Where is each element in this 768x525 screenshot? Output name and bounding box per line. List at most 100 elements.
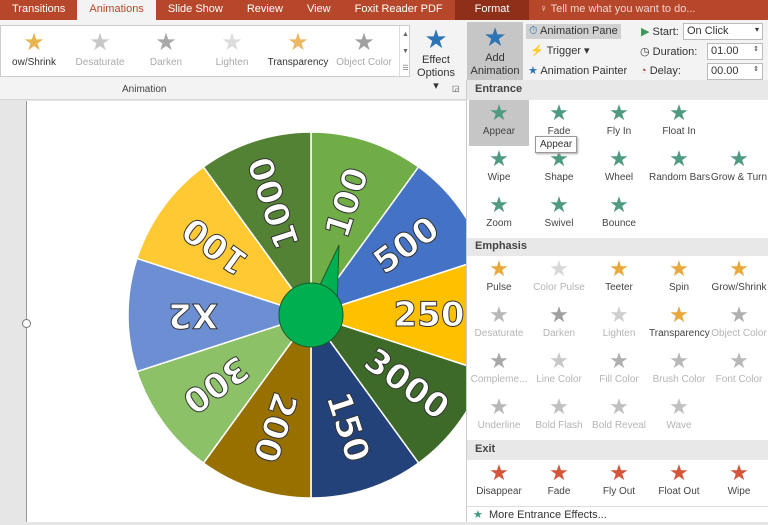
effect-entrance[interactable]: ★ Bounce <box>589 192 649 238</box>
effect-emphasis[interactable]: ★ Object Color <box>709 302 768 348</box>
gallery-item[interactable]: ★ Lighten <box>199 26 265 76</box>
effect-emphasis[interactable]: ★ Desaturate <box>469 302 529 348</box>
effect-entrance[interactable]: ★ Random Bars <box>649 146 710 192</box>
star-icon: ★ <box>669 348 689 373</box>
effect-entrance[interactable]: ★ Wheel <box>589 146 649 192</box>
gallery-item[interactable]: ★ Desaturate <box>67 26 133 76</box>
animation-painter-button[interactable]: ★ Animation Painter <box>528 64 627 77</box>
tab-review[interactable]: Review <box>235 0 295 20</box>
effect-emphasis[interactable]: ★ Teeter <box>589 256 649 302</box>
effect-emphasis[interactable]: ★ Bold Reveal <box>589 394 649 440</box>
spinner-icon[interactable]: ⇕ <box>753 65 759 73</box>
spinner-icon[interactable]: ⇕ <box>753 45 759 53</box>
trigger-button[interactable]: ⚡ Trigger ▾ <box>530 44 590 57</box>
effect-exit[interactable]: ★ Float Out <box>649 460 709 506</box>
slide[interactable]: 100 500 250 3000 150 200 300 X2 100 1000 <box>22 101 495 522</box>
effect-label: Wave <box>666 420 692 431</box>
star-icon: ★ <box>609 302 629 327</box>
dialog-launcher[interactable]: ◲ <box>452 84 460 93</box>
tell-me-search[interactable]: ♀ Tell me what you want to do... <box>529 0 705 20</box>
star-icon: ★ <box>609 100 629 125</box>
animation-gallery: ★ ow/Shrink ★ Desaturate ★ Darken ★ Lighten ★ Tra… <box>0 25 411 78</box>
effect-entrance[interactable]: ★ Wipe <box>469 146 529 192</box>
effect-emphasis[interactable]: ★ Brush Color <box>649 348 709 394</box>
effect-emphasis[interactable]: ★ Bold Flash <box>529 394 589 440</box>
star-icon: ★ <box>609 394 629 419</box>
effect-label: Desaturate <box>474 328 524 339</box>
effect-exit[interactable]: ★ Disappear <box>469 460 529 506</box>
tab-foxit-reader-pdf[interactable]: Foxit Reader PDF <box>343 0 455 20</box>
effect-entrance[interactable]: ★ Grow & Turn <box>709 146 768 192</box>
star-icon: ★ <box>609 256 629 281</box>
star-icon: ★ <box>549 460 569 485</box>
effect-label: Lighten <box>602 328 636 339</box>
gallery-item[interactable]: ★ ow/Shrink <box>1 26 67 76</box>
delay-input[interactable]: 00.00 ⇕ <box>707 63 763 80</box>
effect-emphasis[interactable]: ★ Darken <box>529 302 589 348</box>
star-icon: ★ <box>489 348 509 373</box>
star-icon: ★ <box>609 146 629 171</box>
resize-handle[interactable] <box>22 319 31 328</box>
effect-exit[interactable]: ★ Fade <box>529 460 589 506</box>
star-icon: ★ <box>489 192 509 217</box>
effect-options-label-2: Options ▾ <box>417 67 455 92</box>
play-icon: ▶ <box>641 26 650 38</box>
tab-transitions[interactable]: Transitions <box>0 0 77 20</box>
more-entrance-effects[interactable]: ★ More Entrance Effects... <box>467 506 768 522</box>
effect-emphasis[interactable]: ★ Font Color <box>709 348 768 394</box>
star-icon: ★ <box>489 302 509 327</box>
tab-slide-show[interactable]: Slide Show <box>156 0 235 20</box>
effect-exit[interactable]: ★ Fly Out <box>589 460 649 506</box>
effect-entrance[interactable]: ★ Swivel <box>529 192 589 238</box>
star-icon: ★ <box>155 29 177 56</box>
delay-label-text: Delay: <box>649 65 681 77</box>
effect-emphasis[interactable]: ★ Grow/Shrink <box>709 256 768 302</box>
effect-entrance[interactable]: ★ Float In <box>649 100 709 146</box>
effect-label: Disappear <box>476 486 522 497</box>
effect-label: Brush Color <box>652 374 706 385</box>
star-icon: ★ <box>549 256 569 281</box>
gallery-scroll[interactable]: ▲ ▼ ☰ <box>399 26 411 78</box>
star-icon: ★ <box>287 29 309 56</box>
effect-entrance[interactable]: ★ Fly In <box>589 100 649 146</box>
star-icon: ★ <box>729 302 749 327</box>
duration-input[interactable]: 01.00 ⇕ <box>707 43 763 60</box>
wheel-hub[interactable] <box>278 282 344 348</box>
effect-emphasis[interactable]: ★ Pulse <box>469 256 529 302</box>
effect-emphasis[interactable]: ★ Color Pulse <box>529 256 589 302</box>
effect-options-button[interactable]: ★ Effect Options ▾ <box>414 24 458 93</box>
effect-emphasis[interactable]: ★ Transparency <box>649 302 710 348</box>
effect-emphasis[interactable]: ★ Spin <box>649 256 709 302</box>
star-icon: ★ <box>353 29 375 56</box>
tab-view[interactable]: View <box>295 0 343 20</box>
effect-label: Spin <box>668 282 689 293</box>
effect-emphasis[interactable]: ★ Fill Color <box>589 348 649 394</box>
star-icon: ★ <box>489 460 509 485</box>
add-animation-button[interactable]: ★ Add Animation ▾ <box>467 22 523 90</box>
gallery-item[interactable]: ★ Darken <box>133 26 199 76</box>
star-icon: ★ <box>549 394 569 419</box>
effect-exit[interactable]: ★ Wipe <box>709 460 768 506</box>
tab-format[interactable]: Format <box>454 0 530 20</box>
effect-emphasis[interactable]: ★ Lighten <box>589 302 649 348</box>
effect-emphasis[interactable]: ★ Compleme... <box>469 348 529 394</box>
gallery-item[interactable]: ★ Transparency <box>265 26 331 76</box>
start-select[interactable]: On Click ▾ <box>683 23 763 40</box>
star-icon: ★ <box>669 302 689 327</box>
star-icon: ★ <box>729 348 749 373</box>
effect-emphasis[interactable]: ★ Line Color <box>529 348 589 394</box>
star-icon: ★ <box>489 256 509 281</box>
effect-entrance[interactable]: ★ Zoom <box>469 192 529 238</box>
prize-wheel[interactable]: 1005002503000150200300X21001000 <box>27 101 495 522</box>
effect-emphasis[interactable]: ★ Underline <box>469 394 529 440</box>
gallery-item[interactable]: ★ Object Color <box>331 26 397 76</box>
effect-label: Grow/Shrink <box>711 282 767 293</box>
animation-pane-button[interactable]: ⏱ Animation Pane <box>526 24 621 39</box>
ribbon-tabs: Transitions Animations Slide Show Review Vie… <box>0 0 768 20</box>
group-label: Animation <box>122 84 167 95</box>
chevron-down-icon: ▾ <box>754 25 759 34</box>
effect-emphasis[interactable]: ★ Wave <box>649 394 709 440</box>
effect-entrance[interactable]: ★ Appear <box>469 100 529 146</box>
star-icon: ★ <box>549 348 569 373</box>
tab-animations[interactable]: Animations <box>77 0 156 20</box>
